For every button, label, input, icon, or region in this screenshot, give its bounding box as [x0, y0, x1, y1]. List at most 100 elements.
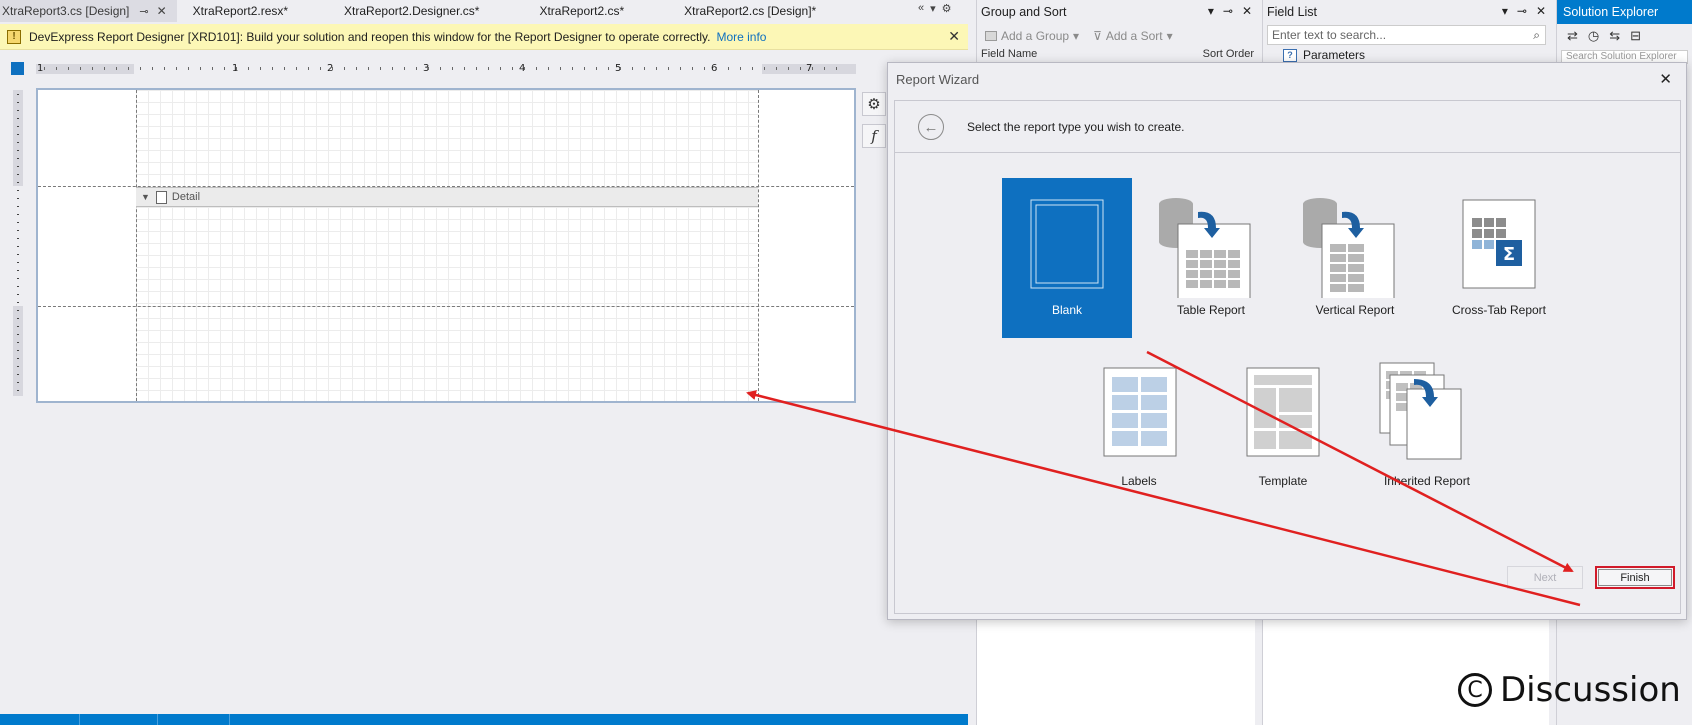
status-segment[interactable]	[80, 714, 158, 725]
ruler-tick	[17, 318, 19, 319]
tab-xtrareport2-designer[interactable]: XtraReport2.Designer.cs*	[298, 0, 489, 22]
tab-xtrareport3-design[interactable]: XtraReport3.cs [Design] ⊸ ✕	[0, 0, 177, 22]
ruler-tick	[356, 67, 357, 70]
group-icon	[985, 31, 997, 41]
ruler-tick	[512, 67, 513, 70]
ruler-tick	[17, 134, 19, 135]
field-name-column: Field Name	[981, 48, 1038, 60]
ruler-tick	[524, 67, 525, 70]
add-sort-button[interactable]: ⊽ Add a Sort ▾	[1093, 29, 1173, 43]
ruler-tick	[500, 67, 501, 70]
top-margin-band[interactable]	[136, 90, 758, 186]
ruler-tick	[17, 326, 19, 327]
report-type-table[interactable]: Table Report	[1146, 178, 1276, 338]
report-design-surface[interactable]: ▼ Detail	[36, 88, 856, 403]
tab-dropdown-icon[interactable]: ▾	[930, 2, 936, 15]
group-sort-title: Group and Sort	[981, 5, 1067, 19]
search-icon[interactable]: ⌕	[1533, 28, 1540, 43]
ruler-tick	[17, 102, 19, 103]
ruler-tick	[272, 67, 273, 70]
close-icon[interactable]: ✕	[1242, 4, 1252, 18]
discussion-watermark: C Discussion	[1458, 670, 1681, 710]
close-icon[interactable]: ✕	[1536, 4, 1546, 18]
tab-xtrareport2-resx[interactable]: XtraReport2.resx*	[177, 0, 298, 22]
status-segment[interactable]	[0, 714, 80, 725]
vertical-ruler	[11, 90, 25, 402]
ruler-tick	[17, 190, 19, 191]
function-icon[interactable]: f	[862, 124, 886, 148]
ruler-corner[interactable]	[11, 62, 24, 75]
ruler-tick	[152, 67, 153, 70]
report-type-label: Inherited Report	[1383, 474, 1471, 488]
ruler-tick	[260, 67, 261, 70]
ruler-tick	[164, 67, 165, 70]
table-report-icon	[1159, 198, 1251, 298]
ruler-tick	[296, 67, 297, 70]
settings-icon[interactable]: ⚙	[942, 2, 952, 15]
history-icon[interactable]: ◷	[1588, 28, 1599, 44]
ruler-tick	[17, 262, 19, 263]
ruler-tick	[536, 67, 537, 70]
switch-views-icon[interactable]: ⇆	[1609, 28, 1620, 44]
field-list-node-parameters[interactable]: ? Parameters	[1283, 48, 1552, 62]
detail-band-header[interactable]: ▼ Detail	[136, 187, 758, 207]
detail-band-area[interactable]	[136, 207, 758, 306]
close-icon[interactable]: ✕	[1659, 70, 1672, 88]
report-type-label: Blank	[1051, 303, 1083, 317]
add-group-button[interactable]: Add a Group ▾	[985, 29, 1079, 43]
ruler-tick	[620, 67, 621, 70]
report-type-template[interactable]: Template	[1218, 353, 1348, 513]
vertical-report-icon	[1303, 198, 1395, 298]
more-info-link[interactable]: More info	[716, 30, 766, 44]
dropdown-icon[interactable]: ▾	[1208, 4, 1214, 18]
dropdown-icon[interactable]: ▾	[1502, 4, 1508, 18]
ruler-tick	[464, 67, 465, 70]
group-sort-title-bar: Group and Sort ▾ ⊸ ✕	[977, 0, 1258, 24]
back-arrow-icon[interactable]: ←	[918, 114, 944, 140]
group-sort-list[interactable]	[977, 620, 1255, 725]
report-type-blank[interactable]: Blank	[1002, 178, 1132, 338]
ruler-tick	[17, 286, 19, 287]
tab-xtrareport2-cs[interactable]: XtraReport2.cs*	[489, 0, 634, 22]
report-type-labels[interactable]: Labels	[1074, 353, 1204, 513]
ruler-tick	[380, 67, 381, 70]
scroll-tabs-icon[interactable]: «	[918, 2, 924, 15]
ruler-tick	[632, 67, 633, 70]
pin-icon[interactable]: ⊸	[1517, 4, 1527, 18]
ruler-band-top	[13, 90, 23, 186]
template-report-icon	[1246, 367, 1320, 457]
gear-icon[interactable]: ⚙	[862, 92, 886, 116]
ruler-tick	[428, 67, 429, 70]
report-type-vertical[interactable]: Vertical Report	[1290, 178, 1420, 338]
ruler-tick	[17, 166, 19, 167]
next-button[interactable]: Next	[1507, 566, 1583, 589]
pin-icon[interactable]: ⊸	[139, 5, 148, 18]
ruler-tick	[17, 310, 19, 311]
tab-xtrareport2-design[interactable]: XtraReport2.cs [Design]*	[634, 0, 826, 22]
collapse-triangle-icon[interactable]: ▼	[141, 192, 150, 202]
report-type-cross-tab[interactable]: Σ Cross-Tab Report	[1434, 178, 1564, 338]
status-segment[interactable]	[158, 714, 230, 725]
report-type-inherited[interactable]: Inherited Report	[1362, 353, 1492, 513]
ruler-tick	[68, 67, 69, 70]
ruler-tick	[368, 67, 369, 70]
finish-button[interactable]: Finish	[1595, 566, 1675, 589]
field-list-search-input[interactable]: Enter text to search... ⌕	[1267, 25, 1546, 45]
ruler-tick	[128, 67, 129, 70]
ruler-tick	[740, 67, 741, 70]
pin-icon[interactable]: ⊸	[1223, 4, 1233, 18]
sync-icon[interactable]: ⇄	[1567, 28, 1578, 44]
ruler-tick	[560, 67, 561, 70]
ruler-tick	[17, 174, 19, 175]
ruler-tick	[17, 118, 19, 119]
collapse-all-icon[interactable]: ⊟	[1630, 28, 1641, 44]
tab-label: XtraReport3.cs [Design]	[2, 4, 130, 18]
bottom-margin-band[interactable]	[136, 306, 758, 401]
close-info-bar-icon[interactable]: ✕	[948, 28, 960, 45]
close-icon[interactable]: ✕	[157, 4, 167, 18]
ruler-tick	[17, 294, 19, 295]
ruler-tick	[17, 382, 19, 383]
ruler-tick	[17, 150, 19, 151]
ruler-tick	[17, 302, 19, 303]
warning-icon: !	[7, 29, 21, 44]
